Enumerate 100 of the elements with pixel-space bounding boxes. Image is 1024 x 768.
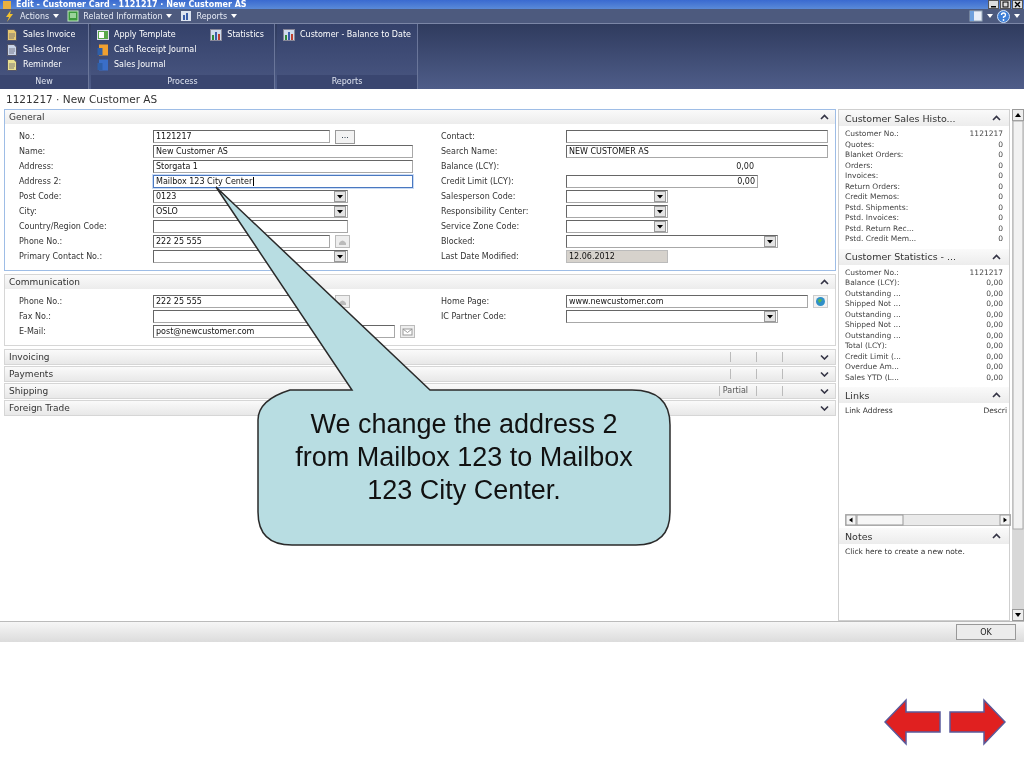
factbox-header[interactable]: Customer Sales Histo... — [839, 110, 1009, 126]
expand-icon[interactable] — [820, 388, 829, 394]
field-label: Credit Limit (LCY): — [441, 177, 515, 186]
dropdown-button[interactable] — [654, 191, 666, 202]
close-button[interactable] — [1012, 0, 1023, 9]
dropdown-field[interactable] — [566, 205, 668, 218]
expand-icon[interactable] — [820, 405, 829, 411]
caret-icon — [987, 14, 993, 18]
dropdown-button[interactable] — [334, 191, 346, 202]
field-label: Responsibility Center: — [441, 207, 530, 216]
dropdown-field[interactable]: OSLO — [153, 205, 348, 218]
collapse-icon[interactable] — [992, 115, 1001, 121]
dropdown-button[interactable] — [654, 221, 666, 232]
input-field[interactable]: Storgata 1 — [153, 160, 413, 173]
expand-icon[interactable] — [820, 371, 829, 377]
caret-icon — [231, 14, 238, 18]
collapse-icon[interactable] — [992, 392, 1001, 398]
input-field[interactable]: 0,00 — [566, 175, 758, 188]
field-label: Balance (LCY): — [441, 162, 501, 171]
ribbon-item[interactable]: Reminder — [6, 57, 76, 72]
chart-icon — [283, 28, 295, 41]
ribbon-item[interactable]: Customer - Balance to Date — [283, 27, 411, 42]
chart-icon — [210, 28, 223, 41]
layout-icon[interactable] — [969, 10, 983, 22]
field-label: Address 2: — [19, 177, 63, 186]
field-label: Blocked: — [441, 237, 477, 246]
maximize-button[interactable] — [1000, 0, 1011, 9]
dropdown-field[interactable]: 0123 — [153, 190, 348, 203]
field-label: Phone No.: — [19, 297, 64, 306]
globe-icon[interactable] — [813, 295, 828, 308]
ribbon-group-label: Process — [91, 75, 274, 89]
minimize-button[interactable] — [988, 0, 999, 9]
dropdown-button[interactable] — [764, 311, 776, 322]
ribbon-item[interactable]: Sales Order — [6, 42, 76, 57]
dropdown-button[interactable] — [764, 236, 776, 247]
dropdown-field[interactable] — [566, 310, 778, 323]
page-title: 1121217 · New Customer AS — [5, 92, 159, 107]
menu-item[interactable]: Related Information — [67, 10, 173, 22]
dropdown-button[interactable] — [334, 206, 346, 217]
ribbon-item[interactable]: Apply Template — [97, 27, 197, 42]
vertical-scrollbar[interactable] — [1012, 109, 1024, 621]
factbox-header[interactable]: Notes — [839, 528, 1009, 544]
input-field[interactable]: Mailbox 123 City Center — [153, 175, 413, 188]
input-field[interactable]: 1121217 — [153, 130, 330, 143]
section-header[interactable]: Communication — [5, 275, 835, 289]
ribbon-item[interactable]: Sales Journal — [97, 57, 197, 72]
ok-button[interactable]: OK — [956, 624, 1016, 640]
section-header[interactable]: Payments — [4, 366, 836, 382]
document-icon — [6, 58, 18, 71]
ribbon-item[interactable]: Cash Receipt Journal — [97, 42, 197, 57]
dropdown-button[interactable] — [334, 251, 346, 262]
horizontal-scrollbar[interactable] — [845, 514, 1011, 526]
right-arrow-icon[interactable] — [948, 698, 1006, 746]
caret-icon — [1014, 14, 1020, 18]
input-field[interactable]: NEW CUSTOMER AS — [566, 145, 828, 158]
collapse-icon[interactable] — [992, 253, 1001, 260]
lookup-button[interactable]: ... — [335, 129, 355, 144]
field-label: Service Zone Code: — [441, 222, 521, 231]
collapse-icon[interactable] — [992, 533, 1001, 539]
expand-icon[interactable] — [820, 354, 829, 360]
input-field[interactable]: www.newcustomer.com — [566, 295, 808, 308]
chart-icon — [180, 10, 193, 22]
help-icon[interactable] — [997, 9, 1010, 23]
document-icon — [6, 28, 18, 41]
section-header[interactable]: Invoicing — [4, 349, 836, 365]
dropdown-field[interactable] — [566, 190, 668, 203]
summary-text: Partial — [718, 386, 756, 396]
template-icon — [97, 28, 109, 41]
collapse-icon[interactable] — [820, 114, 829, 120]
ribbon-group-label: New — [0, 75, 88, 89]
ribbon-item[interactable]: Statistics — [210, 27, 264, 42]
input-field[interactable] — [153, 220, 348, 233]
ribbon-item[interactable]: Sales Invoice — [6, 27, 76, 42]
collapse-icon[interactable] — [820, 279, 829, 285]
menu-item[interactable]: Reports — [180, 10, 238, 22]
dropdown-button[interactable] — [654, 206, 666, 217]
field-label: E-Mail: — [19, 327, 47, 336]
dropdown-field[interactable] — [566, 235, 778, 248]
field-label: City: — [19, 207, 38, 216]
input-field[interactable] — [566, 130, 828, 143]
field-label: Home Page: — [441, 297, 491, 306]
dropdown-field[interactable] — [566, 220, 668, 233]
window-icon — [67, 10, 80, 22]
field-label: Last Date Modified: — [441, 252, 520, 261]
document-icon — [6, 43, 18, 56]
section-header[interactable]: General — [5, 110, 835, 124]
input-field[interactable]: New Customer AS — [153, 145, 413, 158]
left-arrow-icon[interactable] — [884, 698, 942, 746]
field-label: Address: — [19, 162, 55, 171]
caret-icon — [166, 14, 173, 18]
field-label: Contact: — [441, 132, 476, 141]
book-icon — [97, 43, 109, 56]
menu-item[interactable]: Actions — [4, 10, 60, 22]
field-label: Salesperson Code: — [441, 192, 517, 201]
factbox-header[interactable]: Links — [839, 387, 1009, 403]
field-label: Post Code: — [19, 192, 63, 201]
book-icon — [97, 58, 109, 71]
field-label: Search Name: — [441, 147, 499, 156]
factbox-header[interactable]: Customer Statistics - ... — [839, 248, 1009, 265]
window-title: Edit - Customer Card - 1121217 · New Customer AS — [16, 0, 248, 9]
